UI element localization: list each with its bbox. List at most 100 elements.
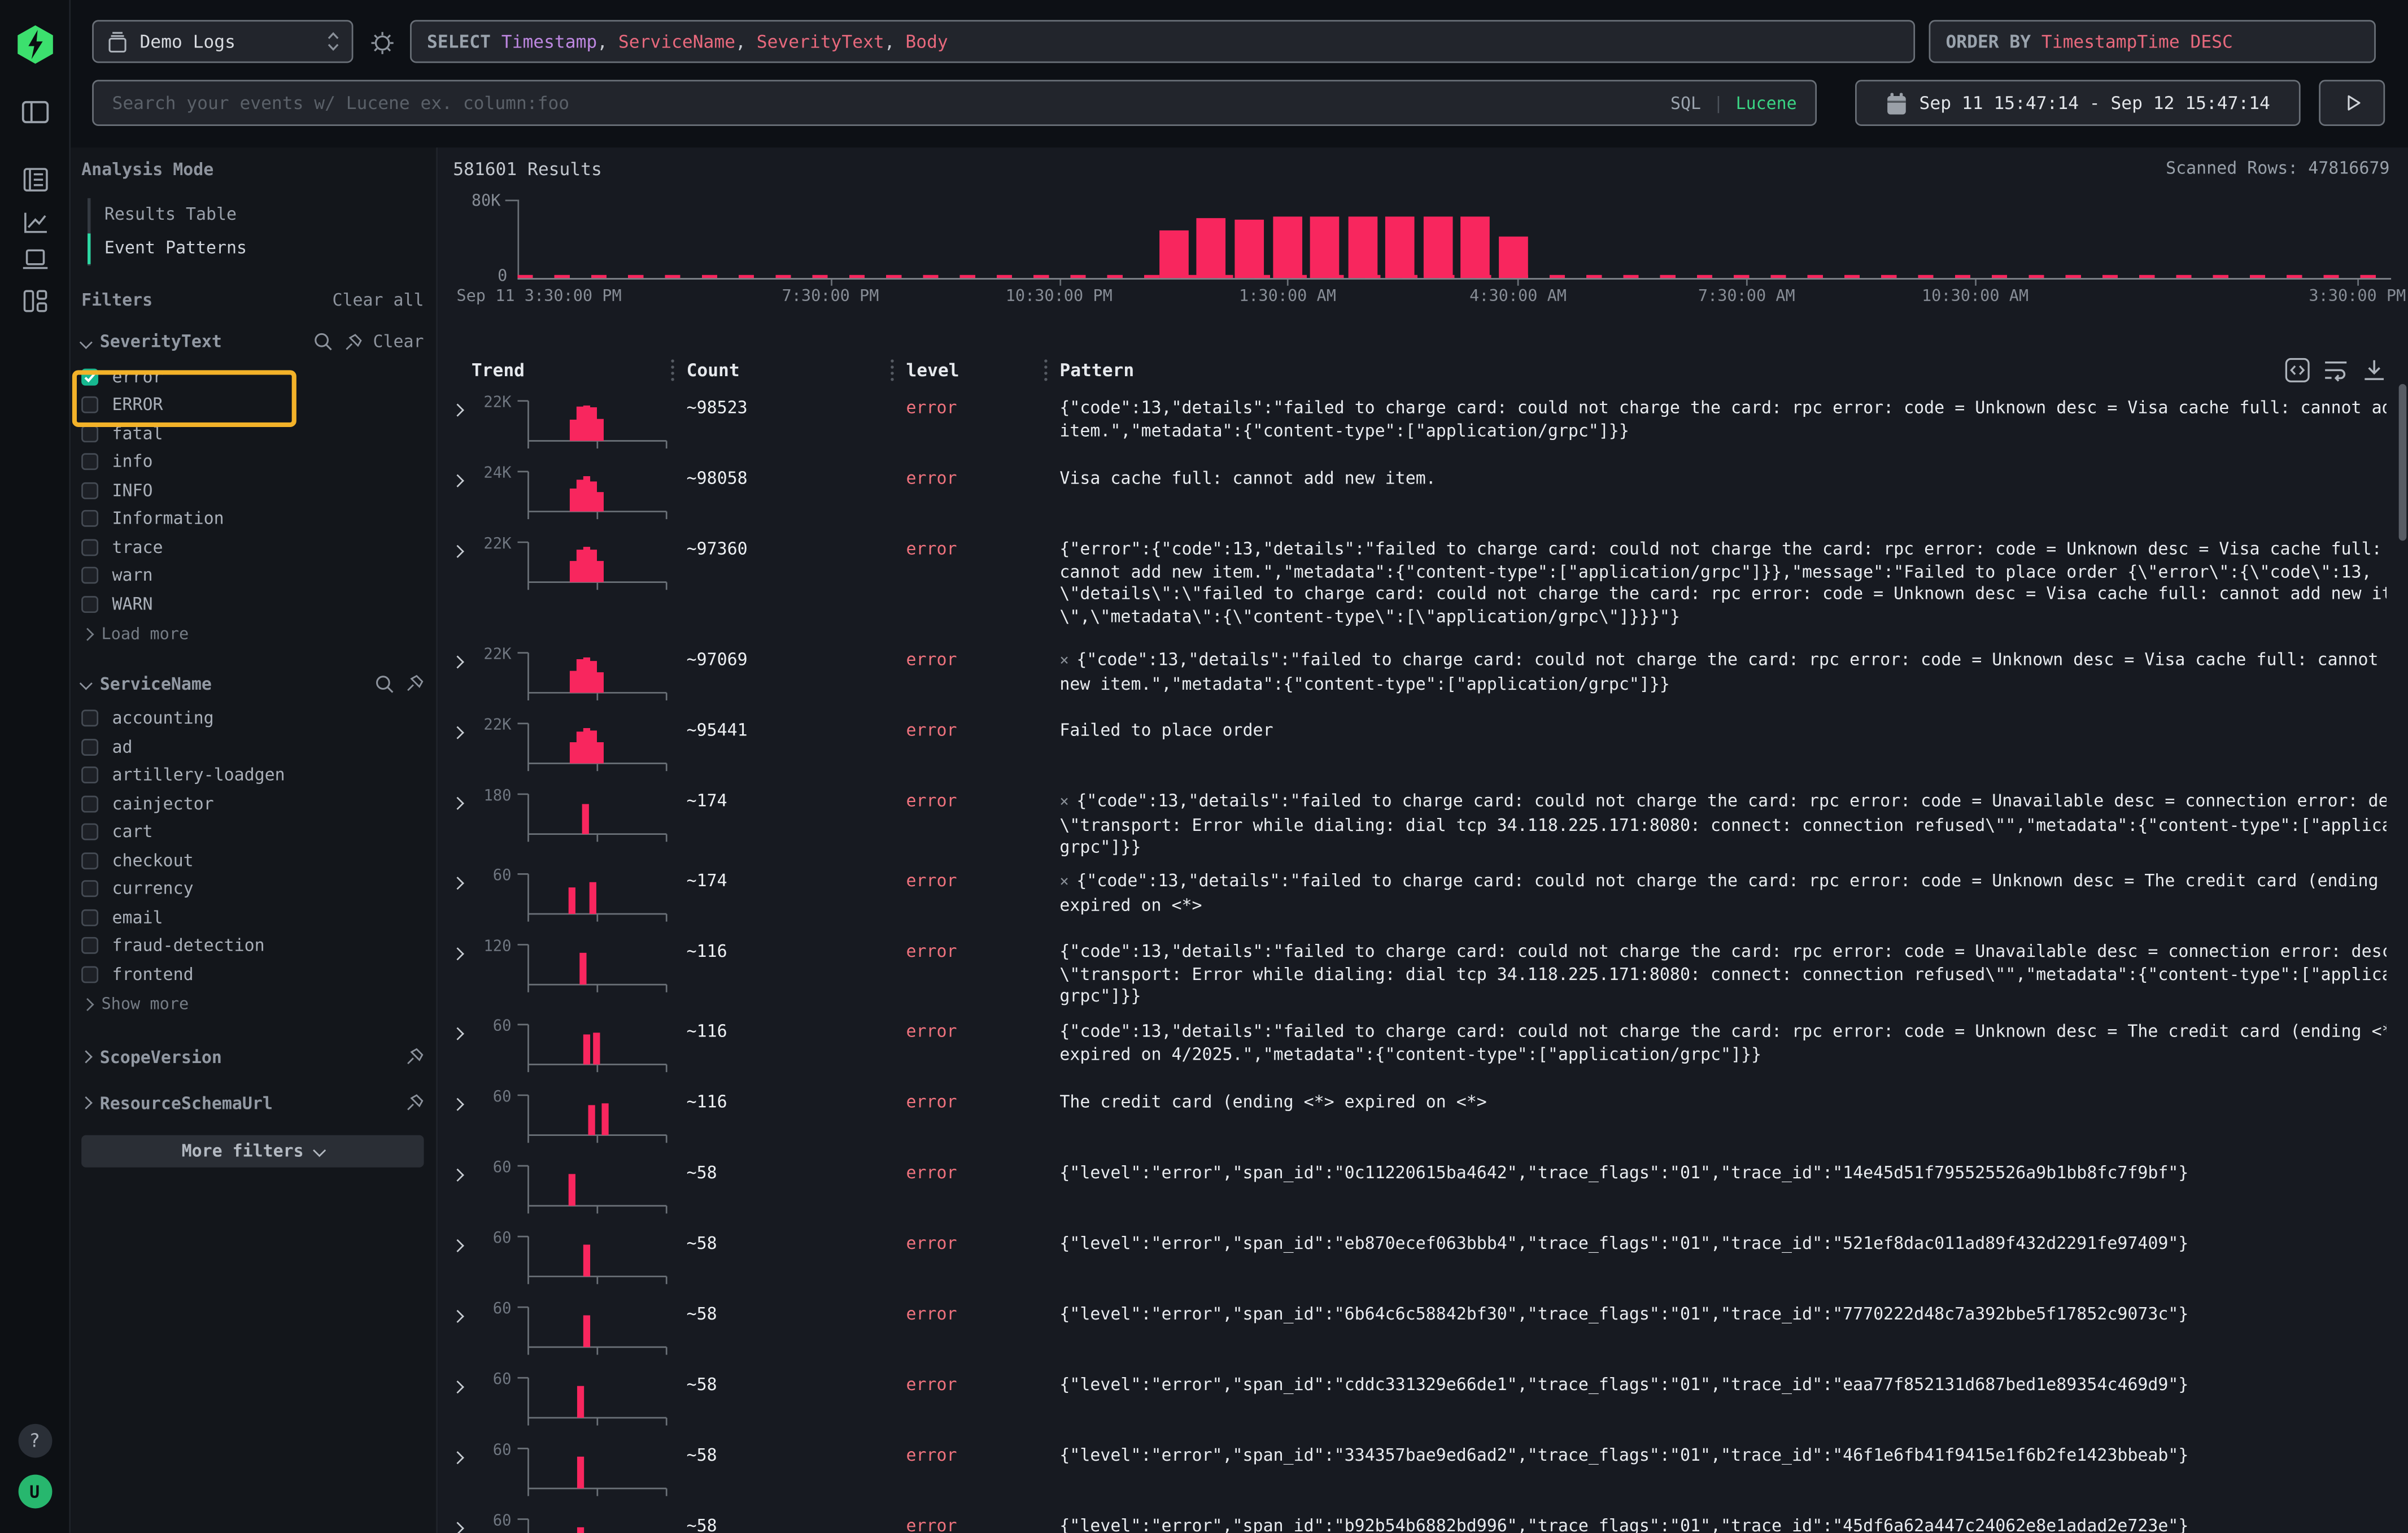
checkbox[interactable] [81,852,98,869]
pattern-row-3[interactable]: 22K~97360error{"error":{"code":13,"detai… [438,534,2408,645]
severitytext-load-more[interactable]: Load more [83,621,424,647]
filter-option-service-cainjector[interactable]: cainjector [81,790,424,818]
pattern-row-12[interactable]: 60~58error{"level":"error","span_id":"eb… [438,1229,2408,1300]
column-drag-handle[interactable] [1044,365,1047,368]
checkbox[interactable] [81,881,98,898]
mode-item-results-table[interactable]: Results Table [90,198,424,232]
lang-option-lucene[interactable]: Lucene [1736,93,1797,113]
pattern-row-7[interactable]: 60~174error×{"code":13,"details":"failed… [438,866,2408,937]
search-input[interactable]: Search your events w/ Lucene ex. column:… [92,80,1817,126]
group-clear-button[interactable]: Clear [373,332,424,351]
checkbox[interactable] [81,966,98,983]
histogram-bar[interactable] [1461,217,1490,278]
col-header-trend[interactable]: Trend [472,359,525,381]
dismiss-x-icon[interactable]: × [1059,794,1068,811]
filter-group-scopeversion-header[interactable]: ScopeVersion [81,1047,424,1066]
histogram-bar[interactable] [1234,219,1264,278]
filter-option-severity-ERROR[interactable]: ERROR [81,391,424,419]
filter-option-severity-INFO[interactable]: INFO [81,476,424,504]
filter-option-service-accounting[interactable]: accounting [81,704,424,733]
filter-option-severity-warn[interactable]: warn [81,561,424,590]
checkbox[interactable] [81,482,98,499]
checkbox[interactable] [81,368,98,385]
order-by-input[interactable]: ORDER BY TimestampTime DESC [1929,20,2376,63]
filter-option-service-email[interactable]: email [81,903,424,931]
filter-option-service-frontend[interactable]: frontend [81,960,424,988]
checkbox[interactable] [81,824,98,840]
filter-option-severity-info[interactable]: info [81,448,424,476]
pin-icon[interactable] [405,1048,424,1066]
code-view-icon[interactable] [2285,358,2310,383]
checkbox[interactable] [81,795,98,812]
pattern-row-15[interactable]: 60~58error{"level":"error","span_id":"33… [438,1441,2408,1512]
dismiss-x-icon[interactable]: × [1059,653,1068,670]
histogram-bar[interactable] [1423,216,1452,278]
pattern-row-8[interactable]: 120~116error{"code":13,"details":"failed… [438,937,2408,1017]
dismiss-x-icon[interactable]: × [1059,874,1068,891]
gear-icon[interactable] [370,31,395,55]
pattern-row-10[interactable]: 60~116errorThe credit card (ending <*> e… [438,1087,2408,1158]
chart-icon[interactable] [21,211,47,236]
mode-item-event-patterns[interactable]: Event Patterns [90,232,424,266]
more-filters-button[interactable]: More filters [81,1134,424,1166]
sessions-icon[interactable] [21,248,49,271]
pattern-row-4[interactable]: 22K~97069error×{"code":13,"details":"fai… [438,645,2408,716]
pattern-row-1[interactable]: 22K~98523error{"code":13,"details":"fail… [438,393,2408,464]
histogram-bar[interactable] [1272,217,1302,278]
scrollbar-thumb[interactable] [2399,384,2407,541]
histogram-bar[interactable] [1385,217,1415,278]
checkbox[interactable] [81,425,98,442]
col-header-count[interactable]: Count [687,359,740,381]
checkbox[interactable] [81,909,98,926]
lang-option-sql[interactable]: SQL [1670,93,1701,113]
help-button[interactable]: ? [18,1424,51,1458]
col-header-pattern[interactable]: Pattern [1059,359,1134,381]
checkbox[interactable] [81,595,98,612]
checkbox[interactable] [81,567,98,584]
histogram-bar[interactable] [1159,231,1189,278]
histogram-bar[interactable] [1347,216,1377,278]
run-query-button[interactable] [2319,80,2385,126]
checkbox[interactable] [81,738,98,755]
pattern-row-16[interactable]: 60~58error{"level":"error","span_id":"b9… [438,1512,2408,1533]
servicename-show-more[interactable]: Show more [83,991,424,1017]
pin-icon[interactable] [405,674,424,693]
col-header-level[interactable]: level [906,359,959,381]
pattern-row-2[interactable]: 24K~98058errorVisa cache full: cannot ad… [438,464,2408,534]
column-drag-handle[interactable] [671,365,674,368]
pattern-row-11[interactable]: 60~58error{"level":"error","span_id":"0c… [438,1158,2408,1229]
filter-option-service-artillery-loadgen[interactable]: artillery-loadgen [81,761,424,789]
sidebar-toggle-icon[interactable] [21,100,49,125]
pin-icon[interactable] [405,1094,424,1112]
filter-option-severity-trace[interactable]: trace [81,533,424,561]
checkbox[interactable] [81,710,98,727]
filter-group-severitytext-header[interactable]: SeverityText Clear [81,332,424,351]
pattern-row-13[interactable]: 60~58error{"level":"error","span_id":"6b… [438,1300,2408,1370]
checkbox[interactable] [81,938,98,955]
clear-all-button[interactable]: Clear all [332,290,424,310]
pattern-row-9[interactable]: 60~116error{"code":13,"details":"failed … [438,1017,2408,1087]
source-selector[interactable]: Demo Logs [92,20,353,63]
select-query-input[interactable]: SELECT Timestamp, ServiceName, SeverityT… [410,20,1915,63]
pattern-row-6[interactable]: 180~174error×{"code":13,"details":"faile… [438,786,2408,866]
pattern-row-14[interactable]: 60~58error{"level":"error","span_id":"cd… [438,1370,2408,1441]
wrap-text-icon[interactable] [2323,358,2348,383]
checkbox[interactable] [81,397,98,413]
download-icon[interactable] [2362,358,2387,383]
search-icon[interactable] [375,673,395,693]
checkbox[interactable] [81,511,98,528]
filter-option-service-fraud-detection[interactable]: fraud-detection [81,931,424,960]
checkbox[interactable] [81,454,98,471]
checkbox[interactable] [81,539,98,556]
filter-option-severity-Information[interactable]: Information [81,504,424,533]
app-logo-icon[interactable] [15,25,55,65]
column-drag-handle[interactable] [891,365,893,368]
filter-group-resourceschemaurl-header[interactable]: ResourceSchemaUrl [81,1093,424,1113]
search-logs-icon[interactable] [21,167,47,192]
filter-option-service-ad[interactable]: ad [81,733,424,761]
pin-icon[interactable] [344,333,363,351]
filter-option-service-cart[interactable]: cart [81,818,424,846]
filter-option-severity-error[interactable]: error [81,363,424,391]
time-range-picker[interactable]: Sep 11 15:47:14 - Sep 12 15:47:14 [1855,80,2301,126]
user-avatar[interactable]: U [18,1475,51,1509]
